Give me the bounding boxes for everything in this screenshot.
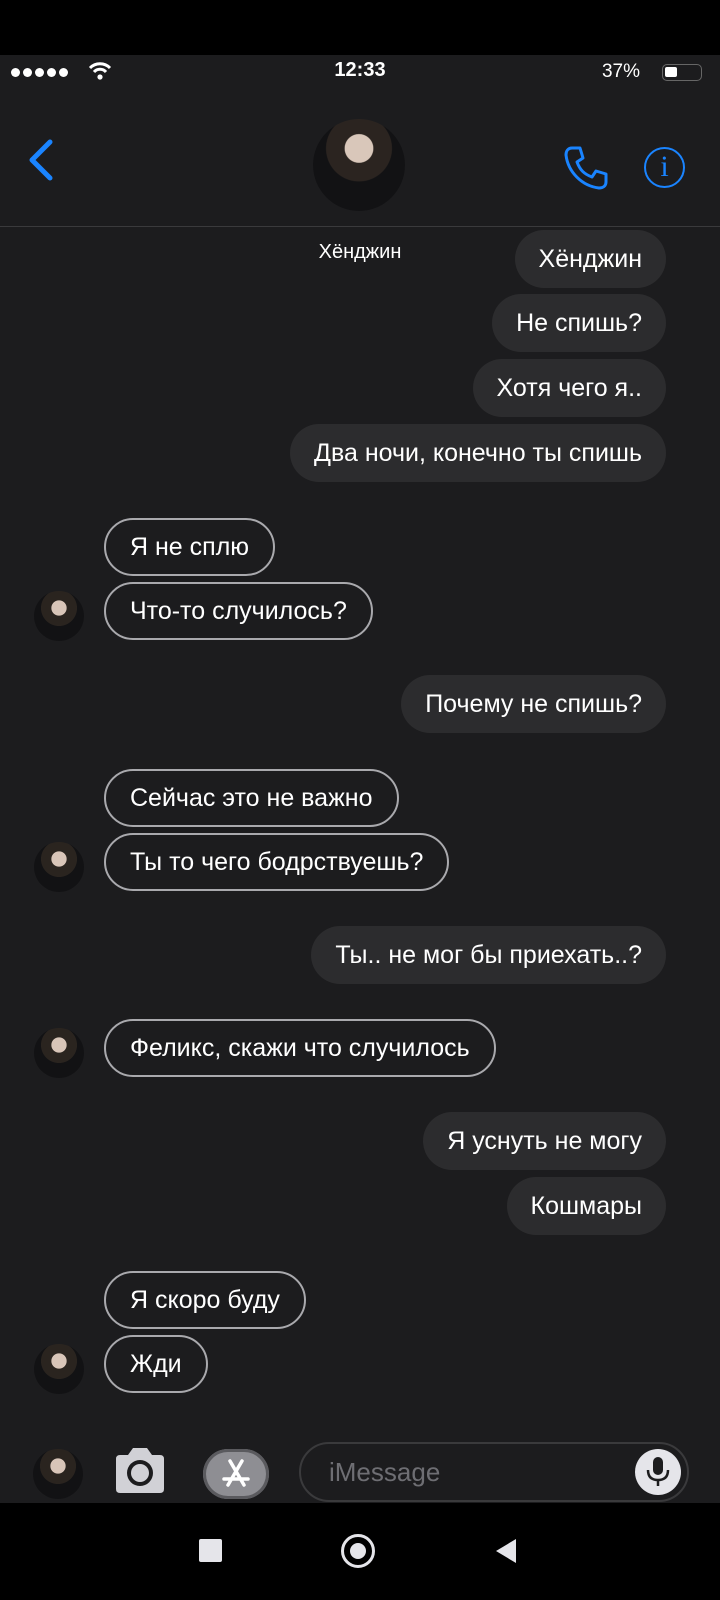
recent-apps-icon[interactable] bbox=[199, 1539, 222, 1562]
message-bubble-sent[interactable]: Два ночи, конечно ты спишь bbox=[290, 424, 666, 482]
message-bubble-sent[interactable]: Почему не спишь? bbox=[401, 675, 666, 733]
home-icon[interactable] bbox=[341, 1534, 375, 1568]
message-bubble-sent[interactable]: Хотя чего я.. bbox=[472, 359, 666, 417]
message-bubble-sent[interactable]: Не спишь? bbox=[492, 294, 666, 352]
message-bubble-sent[interactable]: Я уснуть не могу bbox=[423, 1112, 666, 1170]
message-input[interactable]: iMessage bbox=[299, 1442, 689, 1502]
message-bubble-sent[interactable]: Хёнджин bbox=[514, 230, 666, 288]
message-bubble-received[interactable]: Я скоро буду bbox=[104, 1271, 306, 1329]
message-bubble-received[interactable]: Что-то случилось? bbox=[104, 582, 373, 640]
battery-icon bbox=[662, 64, 702, 81]
message-bubble-received[interactable]: Ты то чего бодрствуешь? bbox=[104, 833, 450, 891]
camera-icon[interactable] bbox=[112, 1447, 168, 1495]
sender-avatar bbox=[34, 1028, 84, 1078]
message-bubble-received[interactable]: Я не сплю bbox=[104, 518, 276, 576]
message-bubble-received[interactable]: Феликс, скажи что случилось bbox=[104, 1019, 496, 1077]
contact-avatar[interactable] bbox=[313, 119, 405, 211]
microphone-icon bbox=[646, 1457, 670, 1486]
message-bubble-received[interactable]: Сейчас это не важно bbox=[104, 769, 399, 827]
microphone-button[interactable] bbox=[635, 1449, 681, 1495]
conversation-header: Хёнджин i bbox=[0, 89, 720, 263]
compose-bar: iMessage bbox=[0, 1435, 720, 1503]
android-navigation-bar bbox=[0, 1503, 720, 1600]
message-input-placeholder: iMessage bbox=[329, 1457, 441, 1487]
message-bubble-sent[interactable]: Кошмары bbox=[506, 1177, 666, 1235]
sender-avatar bbox=[34, 591, 84, 641]
status-bar: 12:33 37% bbox=[0, 55, 720, 89]
battery-percent: 37% bbox=[601, 61, 640, 82]
message-bubble-received[interactable]: Жди bbox=[104, 1335, 208, 1393]
memoji-avatar[interactable] bbox=[33, 1449, 83, 1499]
info-icon[interactable]: i bbox=[644, 147, 685, 188]
messages-app: 12:33 37% Хёнджин i Хёнджин Не спишь? Хо… bbox=[0, 55, 720, 1503]
back-triangle-icon[interactable] bbox=[494, 1537, 518, 1565]
app-store-button[interactable] bbox=[203, 1449, 269, 1499]
app-store-icon bbox=[222, 1459, 250, 1487]
back-chevron-icon[interactable] bbox=[26, 139, 56, 181]
sender-avatar bbox=[34, 842, 84, 892]
phone-icon[interactable] bbox=[562, 144, 610, 192]
message-bubble-sent[interactable]: Ты.. не мог бы приехать..? bbox=[311, 926, 666, 984]
sender-avatar bbox=[34, 1344, 84, 1394]
